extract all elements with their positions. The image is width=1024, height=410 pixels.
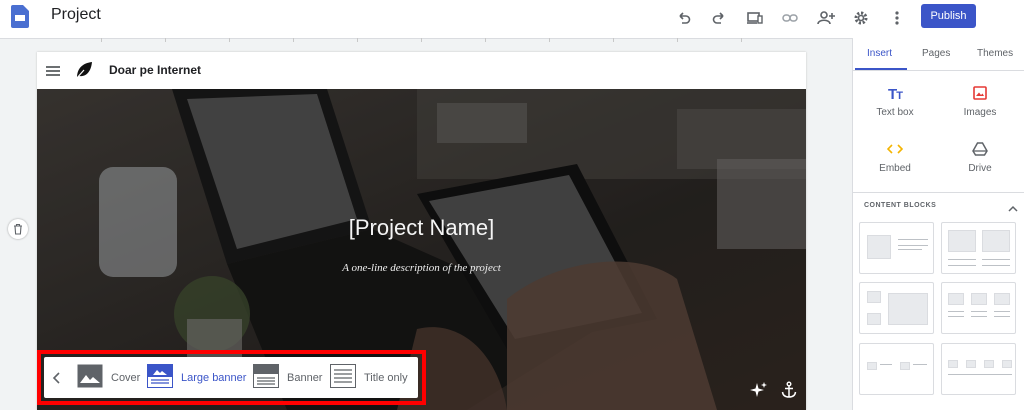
more-icon[interactable] <box>886 7 908 29</box>
images-icon <box>937 86 1023 103</box>
undo-icon[interactable] <box>673 7 695 29</box>
hero-title[interactable]: [Project Name] <box>37 215 806 241</box>
share-icon[interactable] <box>815 7 837 29</box>
layout-option-title-only[interactable]: Title only <box>330 363 408 393</box>
large-banner-thumbnail-icon <box>147 363 173 393</box>
menu-icon[interactable] <box>46 64 60 82</box>
content-block-three-columns[interactable] <box>941 282 1016 334</box>
link-icon[interactable] <box>779 7 801 29</box>
insert-item-label: Text box <box>876 107 914 118</box>
site-name[interactable]: Doar pe Internet <box>109 63 201 77</box>
content-blocks-heading: CONTENT BLOCKS <box>864 202 937 209</box>
tab-insert[interactable]: Insert <box>867 48 892 59</box>
insert-item-label: Drive <box>968 163 992 174</box>
settings-icon[interactable] <box>850 7 872 29</box>
insert-text-box[interactable]: TT Text box <box>852 86 938 118</box>
content-block-two-images[interactable] <box>941 222 1016 274</box>
tab-themes[interactable]: Themes <box>977 48 1013 59</box>
content-block-icon-columns[interactable] <box>941 343 1016 395</box>
layout-option-label: Banner <box>287 372 323 384</box>
hero-subtitle[interactable]: A one-line description of the project <box>37 262 806 274</box>
collapse-chevron-up-icon[interactable] <box>1008 200 1018 218</box>
divider <box>852 192 1024 193</box>
embed-icon <box>852 142 938 159</box>
content-block-image-list[interactable] <box>859 343 934 395</box>
publish-button[interactable]: Publish <box>921 4 976 28</box>
insert-embed[interactable]: Embed <box>852 142 938 174</box>
insert-drive[interactable]: Drive <box>937 142 1023 174</box>
cover-thumbnail-icon <box>77 364 103 393</box>
layout-option-label: Large banner <box>181 372 247 384</box>
banner-thumbnail-icon <box>253 363 279 393</box>
insert-images[interactable]: Images <box>937 86 1023 118</box>
insert-item-label: Embed <box>879 163 911 174</box>
delete-section-trash-icon[interactable] <box>8 219 28 239</box>
sparkle-icon[interactable] <box>750 381 768 404</box>
tab-pages[interactable]: Pages <box>922 48 950 59</box>
ruler <box>37 38 806 45</box>
layout-option-label: Title only <box>364 372 408 384</box>
title-only-thumbnail-icon <box>330 363 356 393</box>
collapse-chevron-left-icon[interactable] <box>52 366 62 390</box>
layout-option-banner[interactable]: Banner <box>253 363 323 393</box>
redo-icon[interactable] <box>708 7 730 29</box>
anchor-icon[interactable] <box>780 381 798 404</box>
divider <box>852 70 1024 71</box>
layout-option-large-banner[interactable]: Large banner <box>147 363 247 393</box>
document-title[interactable]: Project <box>51 6 101 24</box>
drive-icon <box>937 142 1023 159</box>
layout-option-cover[interactable]: Cover <box>77 364 141 393</box>
insert-item-label: Images <box>963 107 997 118</box>
text-box-icon: TT <box>888 86 903 103</box>
layout-option-label: Cover <box>111 372 141 384</box>
preview-icon[interactable] <box>744 7 766 29</box>
site-logo-leaf-icon[interactable] <box>74 60 94 85</box>
content-block-image-text[interactable] <box>859 222 934 274</box>
content-block-image-grid[interactable] <box>859 282 934 334</box>
sites-logo-icon[interactable] <box>11 5 29 28</box>
